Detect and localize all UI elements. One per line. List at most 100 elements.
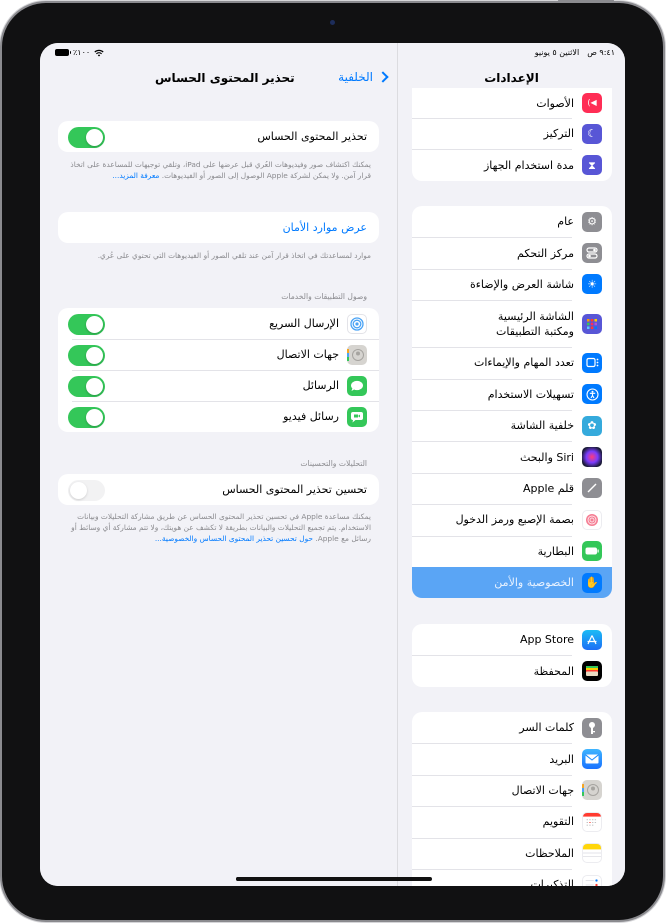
sidebar-group-2: ⚙ عام مركز التحكم ☀ شاشة العرض والإضاءة (412, 206, 612, 599)
app-row-contacts: جهات الاتصال (58, 339, 379, 370)
sidebar-item-wallpaper[interactable]: ✿ خلفية الشاشة (412, 409, 612, 441)
sidebar-item-label: تسهيلات الاستخدام (487, 387, 574, 401)
sidebar-item-label: بصمة الإصبع ورمز الدخول (455, 513, 574, 527)
sidebar-group-4: كلمات السر البريد جهات الاتصال التقويم ا… (412, 712, 612, 886)
sidebar-item-home-screen[interactable]: الشاشة الرئيسية ومكتبة التطبيقات (412, 300, 612, 347)
analytics-section-header: التحليلات والتحسينات (300, 459, 367, 468)
sidebar-item-label: App Store (519, 633, 574, 647)
sidebar-item-label: الملاحظات (525, 846, 574, 860)
airdrop-toggle[interactable] (68, 314, 105, 335)
main-footnote: يمكنك اكتشاف صور وفيديوهات العُري قبل عر… (66, 159, 371, 181)
sidebar-item-focus[interactable]: ☾ التركيز (412, 118, 612, 149)
improve-sensitive-content-toggle[interactable] (68, 480, 105, 501)
sidebar-item-display[interactable]: ☀ شاشة العرض والإضاءة (412, 268, 612, 300)
touch-id-fingerprint-icon (582, 509, 602, 530)
general-gear-icon: ⚙ (582, 211, 602, 232)
contacts-toggle[interactable] (68, 345, 105, 366)
sidebar-item-multitasking[interactable]: تعدد المهام والإيماءات (412, 347, 612, 378)
front-camera (330, 20, 335, 25)
sidebar-item-label: Siri والبحث (519, 450, 574, 464)
sidebar-item-app-store[interactable]: App Store (412, 624, 612, 655)
sidebar-item-label: مدة استخدام الجهاز (484, 158, 574, 172)
sidebar-item-siri[interactable]: Siri والبحث (412, 441, 612, 472)
back-label: الخلفية (338, 70, 373, 84)
row-label: تحذير المحتوى الحساس (257, 130, 367, 143)
battery-icon (55, 49, 71, 56)
sidebar-item-label: شاشة العرض والإضاءة (469, 277, 574, 291)
sidebar-item-privacy-security[interactable]: ✋ الخصوصية والأمن (412, 566, 612, 599)
learn-more-link[interactable]: معرفة المزيد... (112, 171, 159, 180)
view-safety-resources-link[interactable]: عرض موارد الأمان (283, 221, 367, 234)
sidebar-item-notes[interactable]: الملاحظات (412, 837, 612, 869)
sidebar-item-label: الأصوات (536, 96, 574, 110)
toggle-knob (86, 409, 103, 426)
sounds-icon: ◀︎) (582, 93, 602, 113)
sidebar-item-accessibility[interactable]: تسهيلات الاستخدام (412, 378, 612, 410)
sidebar-group-3: App Store المحفظة (412, 624, 612, 687)
row-label: الرسائل (302, 379, 339, 392)
sidebar-item-wallet[interactable]: المحفظة (412, 655, 612, 686)
contacts-icon (347, 344, 367, 365)
top-button (558, 0, 614, 3)
sidebar-item-sounds[interactable]: ◀︎) الأصوات (412, 88, 612, 118)
sidebar-item-control-center[interactable]: مركز التحكم (412, 237, 612, 268)
multitasking-icon (582, 352, 602, 373)
sidebar-item-label: التذكيرات (530, 878, 574, 886)
video-messages-toggle[interactable] (68, 407, 105, 428)
airdrop-icon (347, 313, 367, 334)
improve-row: تحسين تحذير المحتوى الحساس (58, 474, 379, 505)
status-time: ٩:٤١ ص (587, 48, 615, 57)
screen-time-hourglass-icon: ⧗ (582, 155, 602, 176)
calendar-icon (582, 811, 602, 832)
siri-icon (582, 447, 602, 468)
display-brightness-icon: ☀ (582, 274, 602, 295)
apple-pencil-icon (582, 478, 602, 499)
apps-group: الإرسال السريع جهات الاتصال الرسائل رسائ… (58, 308, 379, 432)
contacts-icon (582, 780, 602, 801)
sidebar-item-reminders[interactable]: التذكيرات (412, 868, 612, 886)
improve-footnote: يمكنك مساعدة Apple في تحسين تحذير المحتو… (66, 511, 371, 544)
row-label: تحسين تحذير المحتوى الحساس (222, 483, 367, 496)
settings-sidebar: ٩:٤١ ص الاثنين ٥ يونيو الإعدادات ◀︎) الأ… (397, 43, 625, 886)
sidebar-item-label: عام (557, 215, 574, 229)
battery-percent: ٪١٠٠ (73, 48, 91, 57)
sidebar-item-label: البريد (549, 752, 574, 766)
toggle-knob (70, 482, 87, 499)
sidebar-item-touch-id[interactable]: بصمة الإصبع ورمز الدخول (412, 504, 612, 535)
status-bar-right: ٩:٤١ ص الاثنين ٥ يونيو (398, 43, 625, 63)
sensitive-content-group: تحذير المحتوى الحساس (58, 121, 379, 152)
sidebar-item-label: البطارية (537, 544, 574, 558)
view-safety-resources-row[interactable]: عرض موارد الأمان (58, 212, 379, 243)
wallpaper-flower-icon: ✿ (582, 415, 602, 436)
screen: ٪١٠٠ الخلفية تحذير المحتوى الحساس تحذير … (40, 43, 625, 886)
sidebar-item-label: قلم Apple (522, 481, 574, 495)
detail-pane: ٪١٠٠ الخلفية تحذير المحتوى الحساس تحذير … (40, 43, 432, 886)
sidebar-item-battery[interactable]: البطارية (412, 535, 612, 567)
sidebar-item-general[interactable]: ⚙ عام (412, 206, 612, 237)
back-button[interactable]: الخلفية (338, 70, 389, 84)
sidebar-item-label: المحفظة (533, 664, 574, 678)
mail-icon (582, 749, 602, 770)
messages-toggle[interactable] (68, 376, 105, 397)
apps-section-header: وصول التطبيقات والخدمات (281, 292, 367, 301)
sidebar-item-screen-time[interactable]: ⧗ مدة استخدام الجهاز (412, 149, 612, 180)
sidebar-item-passwords[interactable]: كلمات السر (412, 712, 612, 743)
sensitive-content-warning-row: تحذير المحتوى الحساس (58, 121, 379, 152)
video-messages-icon (347, 406, 367, 427)
sensitive-content-warning-toggle[interactable] (68, 127, 105, 148)
home-indicator-bar[interactable] (236, 877, 432, 881)
sidebar-item-label: كلمات السر (519, 721, 574, 735)
sidebar-group-1: ◀︎) الأصوات ☾ التركيز ⧗ مدة استخدام الجه… (412, 88, 612, 181)
sidebar-item-apple-pencil[interactable]: قلم Apple (412, 472, 612, 504)
about-improve-privacy-link[interactable]: حول تحسين تحذير المحتوى الحساس والخصوصية… (155, 534, 313, 543)
control-center-icon (582, 243, 602, 264)
messages-icon (347, 375, 367, 396)
ipad-device-frame: ٪١٠٠ الخلفية تحذير المحتوى الحساس تحذير … (2, 0, 663, 920)
privacy-hand-icon: ✋ (582, 572, 602, 593)
sidebar-item-mail[interactable]: البريد (412, 743, 612, 774)
sidebar-item-calendar[interactable]: التقويم (412, 806, 612, 837)
row-label: الإرسال السريع (269, 317, 339, 330)
battery-icon (582, 541, 602, 562)
sidebar-item-contacts[interactable]: جهات الاتصال (412, 774, 612, 806)
sidebar-item-label: التقويم (542, 815, 574, 829)
